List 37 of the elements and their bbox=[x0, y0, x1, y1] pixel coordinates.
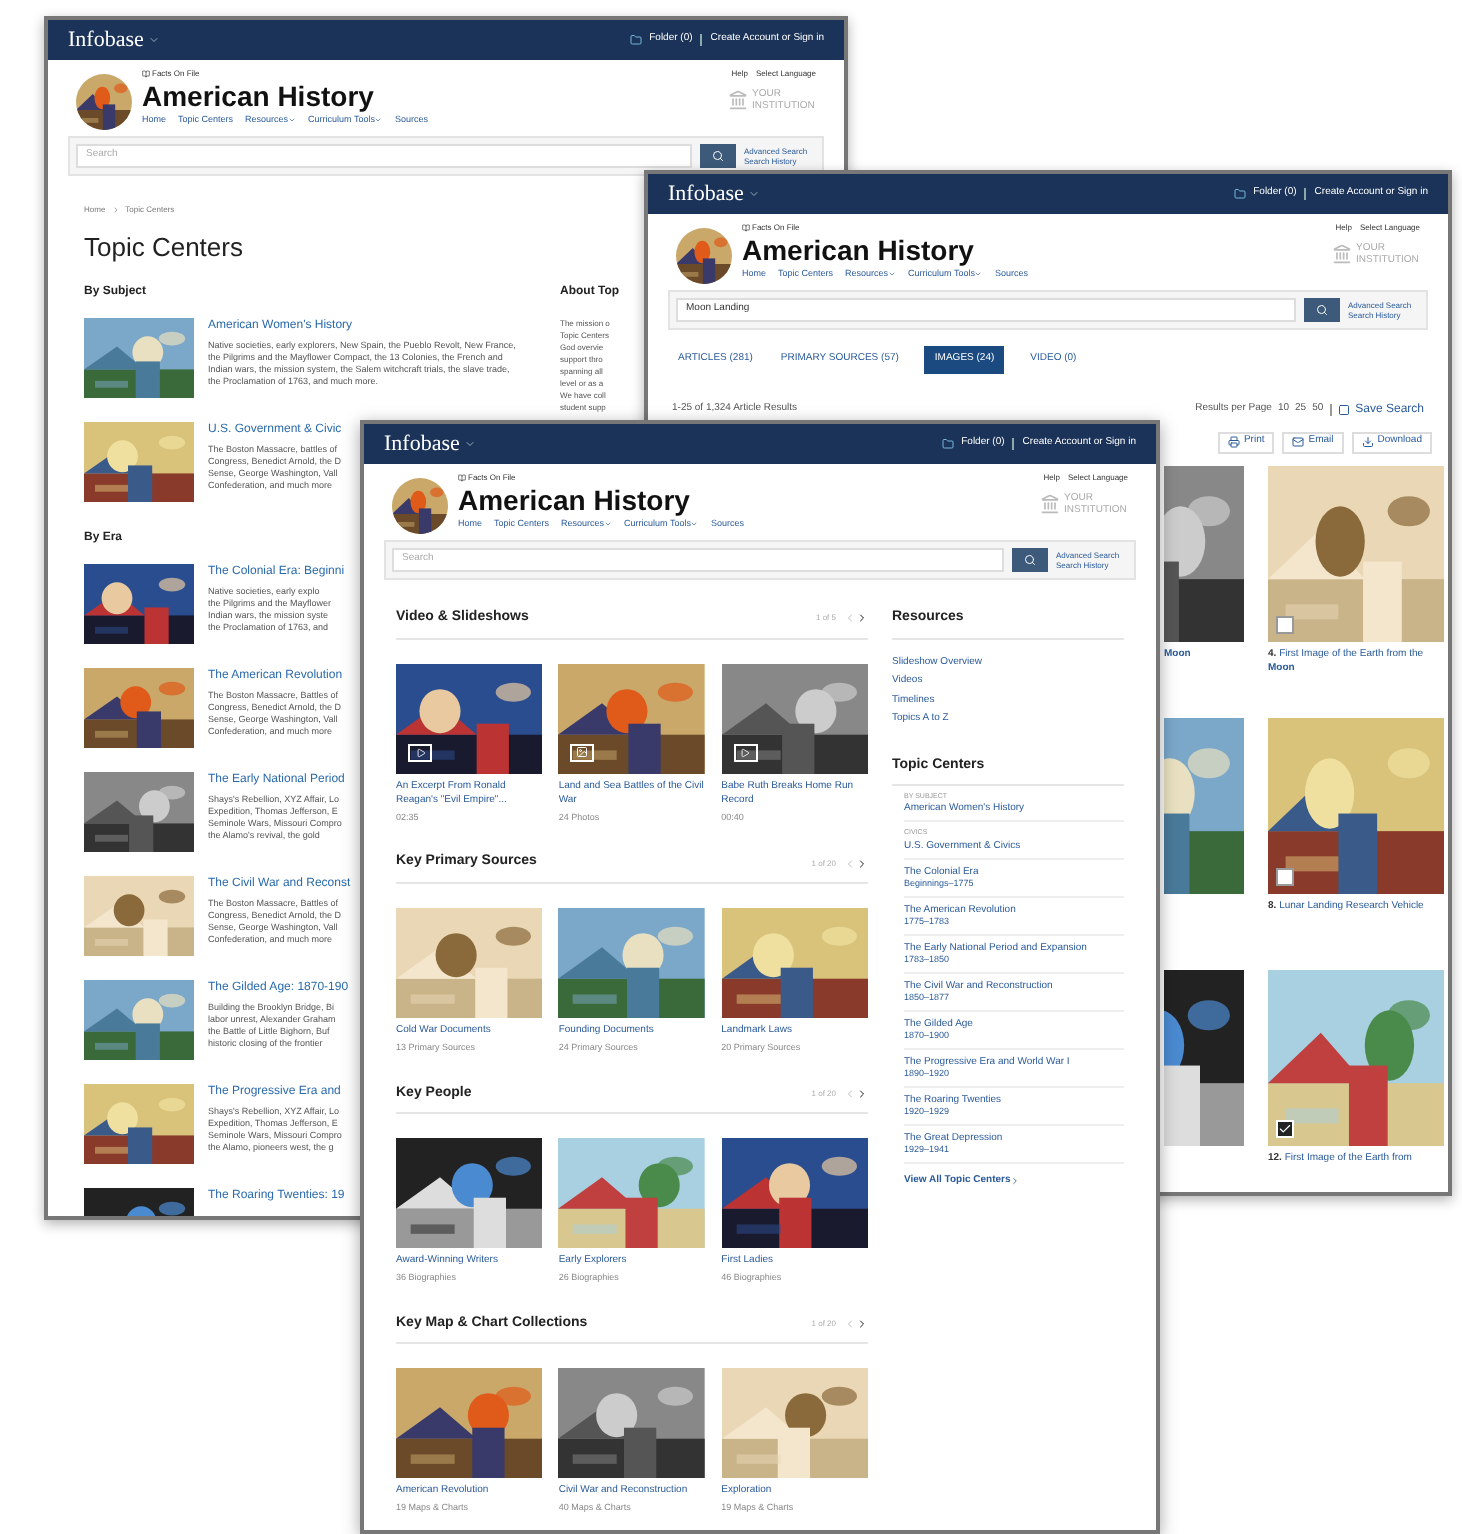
page-heading: Topic Centers bbox=[84, 230, 243, 266]
folder-icon bbox=[941, 438, 954, 450]
envelope-icon bbox=[1292, 436, 1305, 448]
search-button[interactable] bbox=[1304, 298, 1340, 322]
chevron-icon bbox=[1010, 1175, 1021, 1186]
building-icon bbox=[1332, 244, 1352, 264]
folder-icon bbox=[1233, 188, 1246, 200]
caret-icon bbox=[463, 438, 476, 450]
save-icon bbox=[1337, 404, 1350, 416]
next-icon[interactable] bbox=[856, 857, 868, 869]
brand-name[interactable]: Infobase bbox=[68, 23, 144, 57]
caret-icon bbox=[747, 188, 760, 200]
folder-icon bbox=[629, 34, 642, 46]
search-button[interactable] bbox=[1012, 548, 1048, 572]
search-icon bbox=[712, 150, 724, 162]
printer-icon bbox=[1227, 436, 1240, 448]
next-icon[interactable] bbox=[856, 1087, 868, 1100]
next-icon[interactable] bbox=[856, 1318, 868, 1330]
site-title: American History bbox=[458, 484, 692, 516]
play-icon bbox=[408, 743, 432, 761]
search-icon bbox=[1316, 304, 1328, 316]
search-icon bbox=[1024, 554, 1036, 566]
next-icon[interactable] bbox=[856, 612, 868, 625]
image-icon bbox=[570, 743, 595, 761]
download-icon bbox=[1361, 436, 1374, 448]
book-icon bbox=[142, 70, 150, 78]
building-icon bbox=[728, 90, 748, 110]
search-button[interactable] bbox=[700, 144, 736, 168]
play-icon bbox=[733, 743, 758, 761]
book-icon bbox=[458, 474, 466, 482]
site-title: American History bbox=[142, 80, 376, 112]
brand-name[interactable]: Infobase bbox=[668, 177, 744, 211]
building-icon bbox=[1040, 494, 1060, 514]
book-icon bbox=[742, 224, 750, 232]
brand-name[interactable]: Infobase bbox=[384, 427, 460, 461]
caret-icon bbox=[147, 34, 160, 46]
site-title: American History bbox=[742, 234, 976, 266]
